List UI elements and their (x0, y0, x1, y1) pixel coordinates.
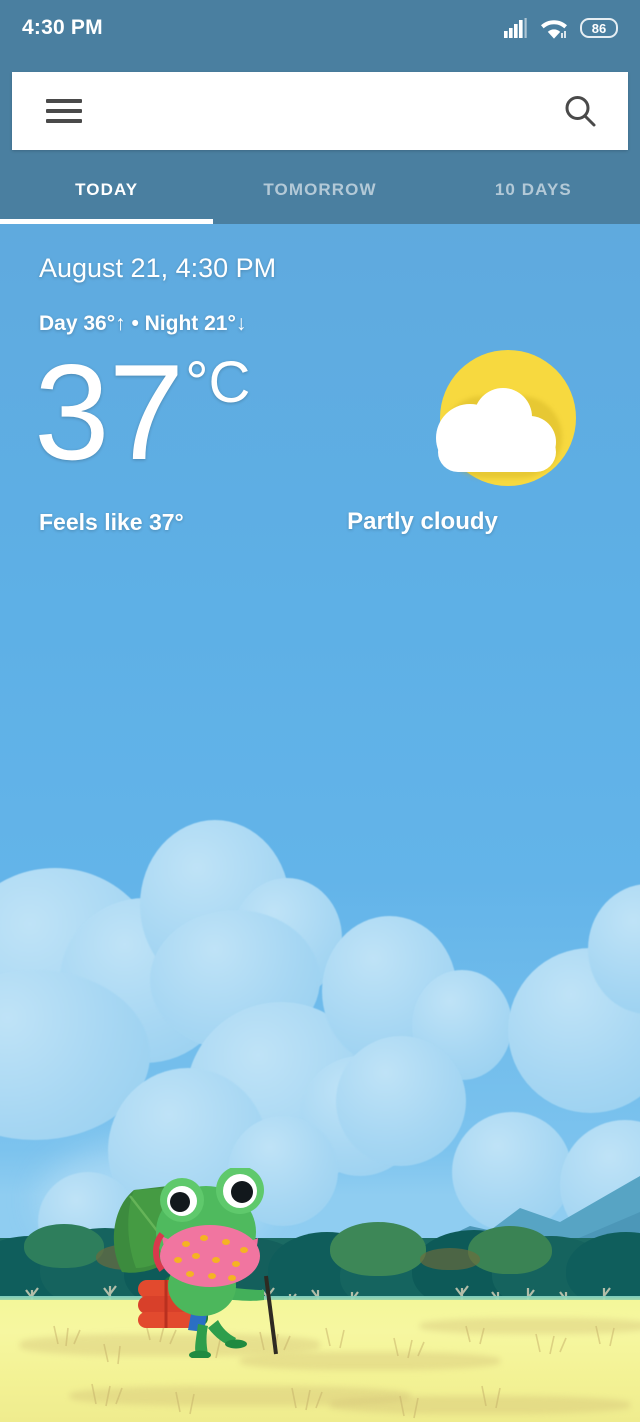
battery-icon: 86 (580, 18, 618, 38)
search-input[interactable] (100, 91, 544, 131)
battery-level-text: 86 (591, 20, 607, 36)
weather-app-screen: 4:30 PM 86 TODAY TOMORROW 10 DAYS August… (0, 0, 640, 1422)
toolbar (0, 56, 640, 162)
temperature-unit[interactable]: °C (185, 354, 250, 412)
status-bar-time: 4:30 PM (22, 16, 103, 39)
current-datetime: August 21, 4:30 PM (39, 253, 277, 283)
frog-hiker-illustration (100, 1166, 320, 1360)
day-night-temps: Day 36°↑ • Night 21°↓ (39, 312, 247, 335)
tab-10-days[interactable]: 10 DAYS (427, 162, 640, 224)
tab-active-indicator (0, 219, 213, 224)
search-icon[interactable] (562, 93, 598, 129)
current-temperature-value: 37 (34, 336, 184, 488)
wifi-icon (541, 19, 567, 39)
tab-tomorrow[interactable]: TOMORROW (213, 162, 426, 224)
signal-bars-icon (504, 18, 527, 38)
status-bar-icons: 86 (504, 18, 618, 39)
status-bar: 4:30 PM 86 (0, 0, 640, 56)
current-temperature-block: 37 °C (34, 344, 250, 480)
forecast-tabs: TODAY TOMORROW 10 DAYS (0, 162, 640, 224)
search-bar[interactable] (12, 72, 628, 150)
tab-today[interactable]: TODAY (0, 162, 213, 224)
weather-condition-text: Partly cloudy (347, 508, 498, 535)
cloud-base (438, 432, 556, 472)
field-foreground (0, 1300, 640, 1422)
hamburger-menu-icon[interactable] (46, 99, 82, 123)
partly-cloudy-icon (434, 348, 580, 494)
